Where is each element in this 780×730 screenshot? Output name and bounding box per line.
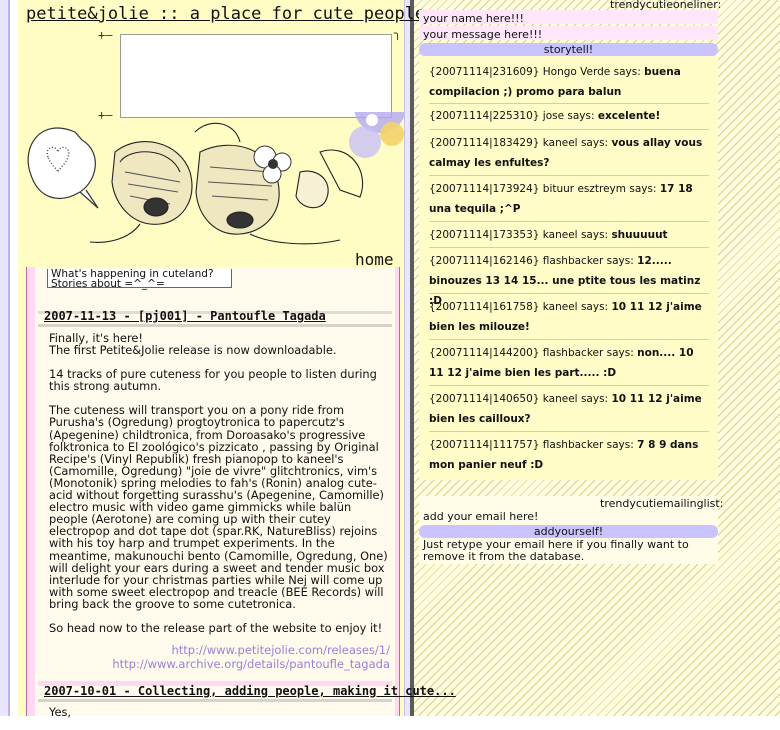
shout-user: flashbacker	[542, 439, 604, 451]
email-input[interactable]: add your email here!	[423, 510, 538, 523]
shout-separator	[429, 247, 709, 248]
shout-message: shuuuuut	[611, 229, 668, 241]
shout-stamp: {20071114|162146}	[429, 255, 540, 267]
shout-stamp: {20071114|173924}	[429, 183, 540, 195]
shout-user: flashbacker	[542, 347, 604, 359]
post-paragraph: So head now to the release part of the w…	[49, 620, 383, 635]
shout-item: {20071114|173924} bituur esztreym says: …	[429, 179, 711, 219]
post-title-rule	[38, 324, 392, 327]
shout-user: Hongo Verde	[542, 66, 611, 78]
addyourself-button[interactable]: addyourself!	[419, 525, 718, 538]
shout-stamp: {20071114|173353}	[429, 229, 540, 241]
archive-link[interactable]: http://www.archive.org/details/pantoufle…	[112, 657, 390, 671]
shout-separator	[429, 221, 709, 222]
drawn-girls	[89, 122, 364, 245]
left-border-stripe	[0, 0, 10, 716]
shout-stamp: {20071114|183429}	[429, 137, 540, 149]
banner-frame	[120, 34, 392, 118]
shout-says: says:	[567, 110, 595, 122]
shout-user: kaneel	[542, 301, 578, 313]
shout-stamp: {20071114|140650}	[429, 393, 540, 405]
shout-item: {20071114|144200} flashbacker says: non.…	[429, 343, 711, 383]
message-input[interactable]: your message here!!!	[423, 28, 542, 41]
shout-stamp: {20071114|111757}	[429, 439, 540, 451]
post-title-rule	[38, 699, 392, 702]
intro-box: What's happening in cuteland? Stories ab…	[47, 269, 232, 290]
shout-separator	[429, 103, 709, 104]
intro-line-2: Stories about =^_^=	[51, 278, 165, 290]
speech-bubble	[27, 127, 96, 199]
post-paragraph: Yes,	[49, 705, 72, 719]
shout-item: {20071114|173353} kaneel says: shuuuuut	[429, 225, 711, 245]
shout-says: says:	[606, 255, 634, 267]
post-links: http://www.petitejolie.com/releases/1/ h…	[112, 643, 390, 671]
shout-item: {20071114|225310} jose says: excelente!	[429, 106, 711, 126]
shout-stamp: {20071114|161758}	[429, 301, 540, 313]
name-input[interactable]: your name here!!!	[423, 12, 524, 25]
mailinglist-note: Just retype your email here if you final…	[423, 538, 689, 563]
release-link[interactable]: http://www.petitejolie.com/releases/1/	[112, 643, 391, 657]
shout-item: {20071114|111757} flashbacker says: 7 8 …	[429, 435, 711, 475]
shout-item: {20071114|231609} Hongo Verde says: buen…	[429, 62, 711, 102]
shout-stamp: {20071114|225310}	[429, 110, 540, 122]
shout-item: {20071114|183429} kaneel says: vous alla…	[429, 133, 711, 173]
shout-separator	[429, 293, 709, 294]
shout-says: says:	[580, 301, 609, 313]
storytell-button[interactable]: storytell!	[419, 43, 718, 56]
shout-says: says:	[613, 66, 641, 78]
shout-says: says:	[629, 183, 657, 195]
shout-user: bituur esztreym	[542, 183, 626, 195]
shout-stamp: {20071114|144200}	[429, 347, 540, 359]
shout-message: excelente!	[597, 110, 661, 122]
shout-says: says:	[606, 347, 634, 359]
shout-user: kaneel	[542, 393, 578, 405]
crop-mark-top-right: ╮	[394, 26, 402, 40]
shout-user: kaneel	[542, 229, 578, 241]
shout-says: says:	[580, 229, 609, 241]
shout-item: {20071114|161758} kaneel says: 10 11 12 …	[429, 297, 711, 337]
flower-decoration	[349, 112, 404, 158]
shout-stamp: {20071114|231609}	[429, 66, 540, 78]
mailinglist-heading: trendycutiemailinglist:	[600, 497, 724, 510]
shout-separator	[429, 129, 709, 130]
shout-says: says:	[580, 137, 609, 149]
shout-separator	[429, 385, 709, 386]
post-paragraph: Finally, it's here! The first Petite&Jol…	[49, 331, 337, 358]
post-paragraph: 14 tracks of pure cuteness for you peopl…	[49, 367, 377, 394]
post-title[interactable]: 2007-11-13 - [pj001] - Pantoufle Tagada	[44, 309, 326, 323]
shout-user: kaneel	[542, 137, 578, 149]
site-title: petite&jolie :: a place for cute people	[26, 4, 426, 24]
shout-says: says:	[606, 439, 634, 451]
shout-separator	[429, 175, 709, 176]
header-illustration	[27, 112, 404, 245]
shout-item: {20071114|140650} kaneel says: 10 11 12 …	[429, 389, 711, 429]
post-body: Yes,	[49, 706, 389, 730]
post-title[interactable]: 2007-10-01 - Collecting, adding people, …	[44, 684, 456, 698]
shout-user: flashbacker	[542, 255, 604, 267]
post-body: Finally, it's here! The first Petite&Jol…	[49, 332, 389, 646]
shout-says: says:	[580, 393, 609, 405]
post-paragraph: The cuteness will transport you on a pon…	[49, 403, 388, 611]
crop-mark-top-left: +—	[98, 28, 113, 42]
shout-separator	[429, 431, 709, 432]
shout-user: jose	[542, 110, 565, 122]
shout-separator	[429, 339, 709, 340]
